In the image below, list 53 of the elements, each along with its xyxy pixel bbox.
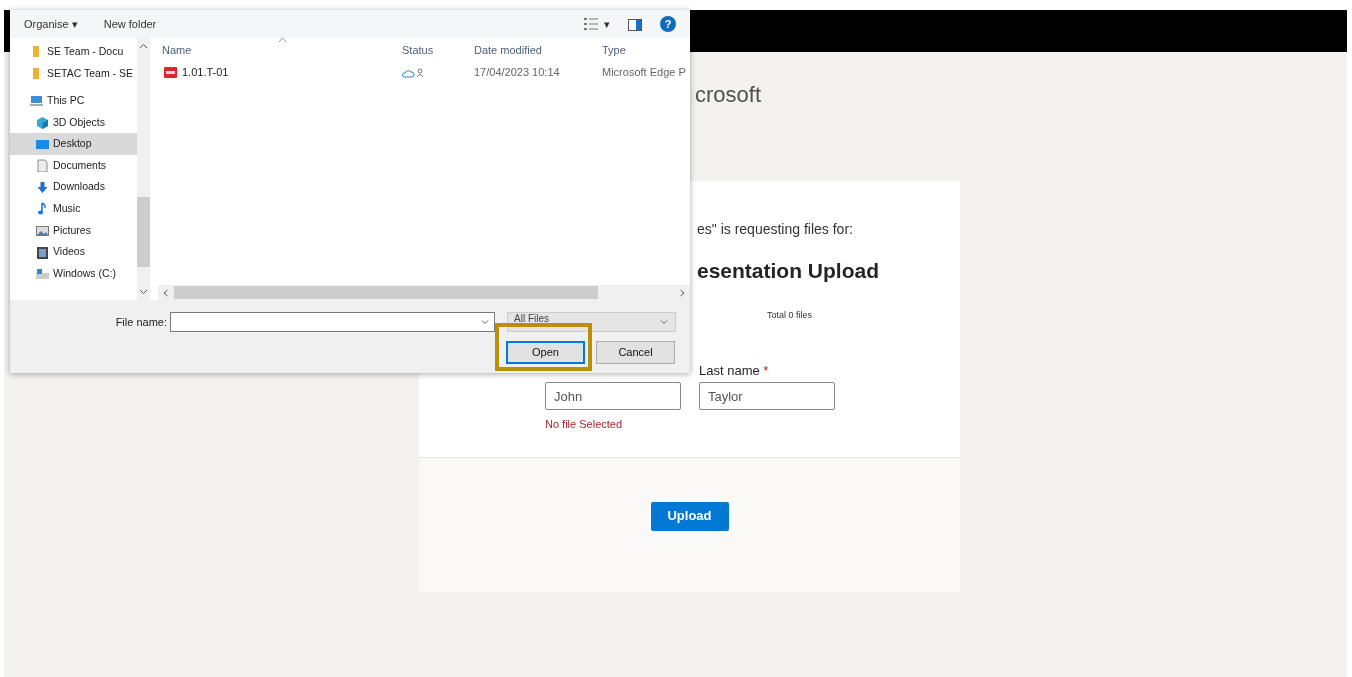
drive-icon: [36, 267, 49, 281]
download-arrow-icon: [36, 180, 49, 194]
file-total: Total 0 files: [767, 308, 814, 322]
file-name[interactable]: 1.01.T-01: [158, 63, 398, 81]
cloud-person-icon: [402, 67, 426, 78]
cancel-button[interactable]: Cancel: [596, 341, 675, 364]
file-name-field[interactable]: [170, 312, 495, 332]
nav-item[interactable]: 3D Objects: [10, 111, 137, 134]
file-name-label: File name:: [114, 314, 168, 330]
new-folder-button[interactable]: New folder: [103, 15, 157, 33]
nav-item[interactable]: SE Team - Docu: [10, 41, 137, 63]
scroll-down-icon[interactable]: [139, 287, 148, 296]
brand-name: crosoft: [695, 82, 763, 108]
cube-icon: [36, 116, 49, 130]
scroll-up-icon[interactable]: [139, 42, 148, 51]
last-name-label: Last name *: [699, 362, 770, 379]
nav-item[interactable]: Windows (C:): [10, 262, 137, 285]
computer-icon: [30, 94, 43, 108]
music-note-icon: [36, 202, 49, 216]
error-message: No file Selected: [545, 417, 624, 432]
nav-item[interactable]: Music: [10, 198, 137, 220]
column-header[interactable]: Name: [158, 41, 398, 58]
date-cell-text: 17/04/2023 10:14: [473, 64, 561, 80]
view-options-button[interactable]: ▾: [584, 15, 610, 33]
nav-item[interactable]: This PC: [10, 90, 137, 112]
help-button[interactable]: ?: [660, 16, 676, 32]
column-header[interactable]: Status: [398, 41, 470, 58]
picture-icon: [36, 224, 49, 238]
organise-menu[interactable]: Organise ▾: [24, 15, 78, 33]
request-text: es" is requesting files for:: [697, 220, 854, 239]
open-button[interactable]: Open: [506, 341, 585, 364]
last-name-field[interactable]: Taylor: [699, 382, 835, 410]
monitor-icon: [36, 137, 49, 151]
file-type-value: All Files: [514, 313, 549, 324]
nav-item[interactable]: Downloads: [10, 176, 137, 199]
nav-item[interactable]: Videos: [10, 241, 137, 263]
film-icon: [36, 245, 49, 259]
nav-item[interactable]: SETAC Team - SE: [10, 62, 137, 85]
column-header[interactable]: Type: [598, 41, 688, 58]
scroll-right-icon[interactable]: [677, 287, 687, 298]
pdf-file-icon: [164, 66, 177, 78]
type-cell-text: Microsoft Edge P: [601, 64, 687, 80]
chevron-down-icon: [659, 317, 669, 327]
nav-item[interactable]: Desktop: [10, 133, 137, 155]
upload-button[interactable]: Upload: [650, 501, 729, 531]
scroll-left-icon[interactable]: [161, 287, 171, 298]
column-header[interactable]: Date modified: [470, 41, 598, 58]
chevron-down-icon[interactable]: [480, 317, 490, 327]
document-icon: [36, 159, 49, 173]
first-name-field[interactable]: John: [545, 382, 681, 410]
nav-item[interactable]: Pictures: [10, 219, 137, 242]
request-title: esentation Upload: [697, 258, 881, 284]
nav-item[interactable]: Documents: [10, 154, 137, 177]
